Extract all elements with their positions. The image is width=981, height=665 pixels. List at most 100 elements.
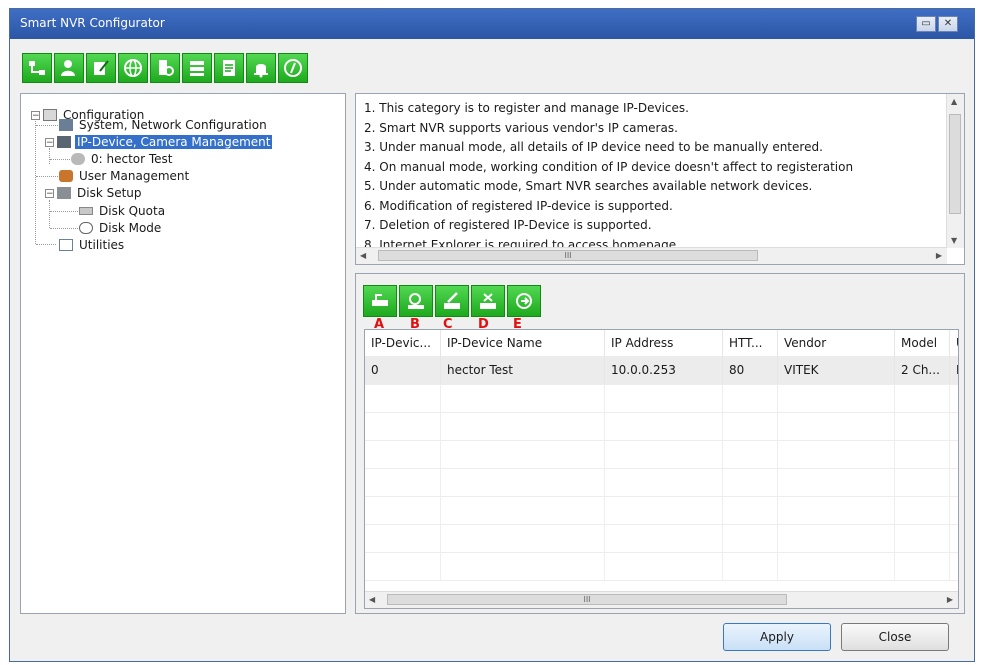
- cell-http: 80: [723, 356, 778, 384]
- cell-ip: 10.0.0.253: [605, 356, 723, 384]
- scroll-right-icon[interactable]: ▶: [936, 251, 942, 260]
- scroll-left-icon[interactable]: ◀: [369, 595, 375, 604]
- tree-label-selected: IP-Device, Camera Management: [75, 135, 273, 149]
- ip-device-table: IP-Devic... IP-Device Name IP Address HT…: [364, 329, 959, 609]
- config-folder-icon: [43, 109, 57, 121]
- column-header-ua[interactable]: UA: [950, 330, 958, 356]
- disk-icon: [57, 187, 71, 199]
- tree-line: [50, 211, 78, 212]
- network-config-icon[interactable]: [22, 53, 52, 83]
- table-row-empty: [365, 412, 958, 441]
- scroll-thumb[interactable]: III: [387, 594, 787, 605]
- edit-device-icon[interactable]: [435, 285, 469, 317]
- document-icon[interactable]: [214, 53, 244, 83]
- description-line: 2. Smart NVR supports various vendor's I…: [364, 120, 678, 135]
- table-row-empty: [365, 496, 958, 525]
- add-device-icon[interactable]: [363, 285, 397, 317]
- nvr-configurator-window: Smart NVR Configurator ▭ ✕ − Configurati…: [9, 8, 975, 662]
- tree-node-disk-setup[interactable]: − Disk Setup: [45, 185, 144, 201]
- network-icon: [59, 119, 73, 131]
- search-device-icon[interactable]: [399, 285, 433, 317]
- tree-node-utilities[interactable]: Utilities: [59, 237, 126, 253]
- users-icon: [59, 170, 73, 182]
- cell-name: hector Test: [441, 356, 605, 384]
- column-header-vendor[interactable]: Vendor: [778, 330, 895, 356]
- close-button[interactable]: Close: [841, 623, 949, 651]
- tree-line: [49, 148, 50, 164]
- globe-icon[interactable]: [118, 53, 148, 83]
- table-horizontal-scrollbar[interactable]: ◀ III ▶: [365, 591, 958, 608]
- close-window-button[interactable]: ✕: [938, 16, 958, 32]
- tree-node-user-management[interactable]: User Management: [59, 168, 191, 184]
- collapse-icon[interactable]: −: [45, 137, 54, 147]
- storage-icon[interactable]: [182, 53, 212, 83]
- cell-ua: No: [950, 356, 958, 384]
- description-line: 5. Under automatic mode, Smart NVR searc…: [364, 179, 813, 193]
- description-line: 1. This category is to register and mana…: [364, 101, 689, 115]
- tree-label: System, Network Configuration: [79, 118, 267, 132]
- tree-line: [36, 176, 58, 177]
- table-row-empty: [365, 384, 958, 413]
- description-line: 7. Deletion of registered IP-Device is s…: [364, 218, 652, 232]
- device-toolbar: [363, 285, 541, 317]
- table-row-empty: [365, 468, 958, 497]
- window-title: Smart NVR Configurator: [20, 16, 165, 30]
- description-panel: 1. This category is to register and mana…: [355, 93, 965, 265]
- cell-id: 0: [365, 356, 441, 384]
- table-header: IP-Devic... IP-Device Name IP Address HT…: [365, 330, 958, 357]
- column-header-name[interactable]: IP-Device Name: [441, 330, 605, 356]
- info-icon[interactable]: [278, 53, 308, 83]
- tree-label: Disk Setup: [77, 186, 142, 200]
- tree-node-camera[interactable]: 0: hector Test: [71, 151, 175, 167]
- camera-icon: [71, 153, 85, 165]
- column-header-id[interactable]: IP-Devic...: [365, 330, 441, 356]
- main-toolbar: [22, 53, 308, 83]
- collapse-icon[interactable]: −: [45, 188, 54, 198]
- tree-line: [36, 125, 58, 126]
- device-icon[interactable]: [150, 53, 180, 83]
- table-row[interactable]: 0 hector Test 10.0.0.253 80 VITEK 2 Ch..…: [365, 356, 958, 385]
- description-line: 4. On manual mode, working condition of …: [364, 159, 854, 174]
- column-header-model[interactable]: Model: [895, 330, 950, 356]
- tree-line: [35, 114, 36, 244]
- add-user-icon[interactable]: [54, 53, 84, 83]
- table-row-empty: [365, 524, 958, 553]
- edit-icon[interactable]: [86, 53, 116, 83]
- delete-device-icon[interactable]: [471, 285, 505, 317]
- minimize-button[interactable]: ▭: [916, 16, 936, 32]
- scroll-thumb[interactable]: [949, 114, 961, 214]
- tree-label: 0: hector Test: [91, 152, 173, 166]
- camera-group-icon: [57, 136, 71, 148]
- tree-line: [49, 200, 50, 228]
- tree-node-disk-mode[interactable]: Disk Mode: [79, 220, 163, 236]
- tree-node-disk-quota[interactable]: Disk Quota: [79, 203, 167, 219]
- column-header-http[interactable]: HTT...: [723, 330, 778, 356]
- apply-button[interactable]: Apply: [723, 623, 831, 651]
- scroll-thumb[interactable]: III: [378, 250, 758, 261]
- homepage-icon[interactable]: [507, 285, 541, 317]
- description-line: 3. Under manual mode, all details of IP …: [364, 140, 823, 154]
- table-row-empty: [365, 552, 958, 581]
- tree-node-ip-device[interactable]: − IP-Device, Camera Management: [45, 134, 273, 150]
- tree-node-system-network[interactable]: System, Network Configuration: [59, 117, 269, 133]
- scroll-left-icon[interactable]: ◀: [360, 251, 366, 260]
- tree-label: Disk Mode: [99, 221, 162, 235]
- scroll-down-icon[interactable]: ▼: [951, 236, 957, 245]
- clock-icon: [79, 222, 93, 234]
- utilities-icon: [59, 239, 73, 251]
- description-horizontal-scrollbar[interactable]: ◀ III ▶: [356, 247, 947, 264]
- scroll-right-icon[interactable]: ▶: [947, 595, 953, 604]
- tree-label: User Management: [79, 169, 190, 183]
- tree-label: Utilities: [79, 238, 125, 252]
- cell-vendor: VITEK: [778, 356, 895, 384]
- scroll-up-icon[interactable]: ▲: [951, 97, 957, 106]
- tree-label: Disk Quota: [99, 204, 166, 218]
- description-line: 6. Modification of registered IP-device …: [364, 198, 673, 213]
- configuration-tree: − Configuration System, Network Configur…: [20, 93, 346, 614]
- cell-model: 2 Ch...: [895, 356, 950, 384]
- collapse-icon[interactable]: −: [31, 110, 40, 120]
- title-bar[interactable]: Smart NVR Configurator ▭ ✕: [10, 9, 974, 39]
- bell-icon[interactable]: [246, 53, 276, 83]
- column-header-ip[interactable]: IP Address: [605, 330, 723, 356]
- description-vertical-scrollbar[interactable]: ▲ ▼: [946, 94, 964, 248]
